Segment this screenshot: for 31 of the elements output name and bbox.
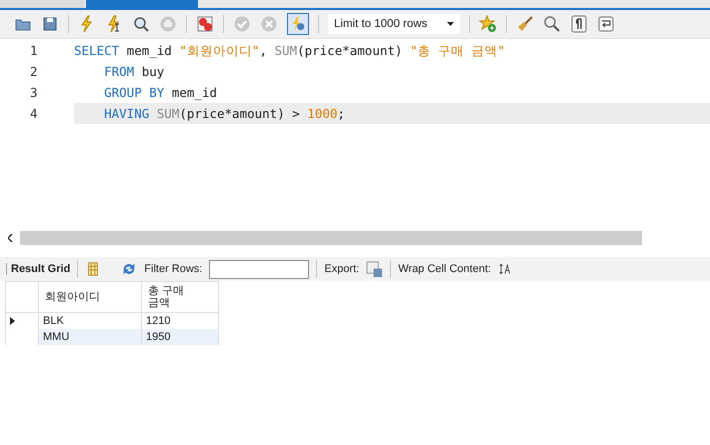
scroll-left-icon[interactable] (8, 234, 12, 242)
horizontal-scrollbar[interactable] (20, 231, 642, 245)
column-header[interactable]: 회원아이디 (38, 282, 142, 312)
current-row-marker-icon (10, 317, 15, 325)
export-label: Export: (324, 263, 360, 275)
code-line: SELECT mem_id "회원아이디", SUM(price*amount) "총 구매 금액" (74, 42, 506, 60)
filter-rows-field[interactable] (209, 260, 310, 278)
line-number: 1 (29, 43, 39, 58)
export-grid-icon[interactable] (366, 260, 384, 278)
wrap-icon[interactable] (597, 15, 615, 33)
save-icon[interactable] (41, 15, 59, 33)
line-number: 3 (29, 85, 39, 100)
search-icon[interactable] (543, 15, 561, 33)
column-header[interactable]: 총 구매 금액 (142, 282, 218, 312)
row-limit-dropdown[interactable]: Limit to 1000 rows (328, 14, 460, 34)
broom-icon[interactable] (516, 15, 534, 33)
star-plus-icon[interactable] (479, 15, 497, 33)
wrap-text-icon[interactable] (498, 262, 512, 276)
dropdown-caret-icon[interactable] (447, 22, 454, 26)
code-line: GROUP BY mem_id (103, 84, 218, 102)
commit-check-icon[interactable] (233, 15, 251, 33)
line-number: 2 (29, 64, 39, 79)
pilcrow-icon[interactable] (570, 15, 588, 33)
wrap-cell-content-label: Wrap Cell Content: (398, 263, 491, 275)
result-grid-label[interactable]: Result Grid (6, 263, 70, 275)
table-cell: MMU (38, 329, 142, 345)
table-cell: 1950 (142, 329, 218, 345)
refresh-icon[interactable] (121, 261, 138, 277)
filter-rows-label: Filter Rows: (144, 263, 202, 275)
code-line: FROM buy (103, 63, 166, 81)
line-number: 4 (29, 106, 39, 121)
